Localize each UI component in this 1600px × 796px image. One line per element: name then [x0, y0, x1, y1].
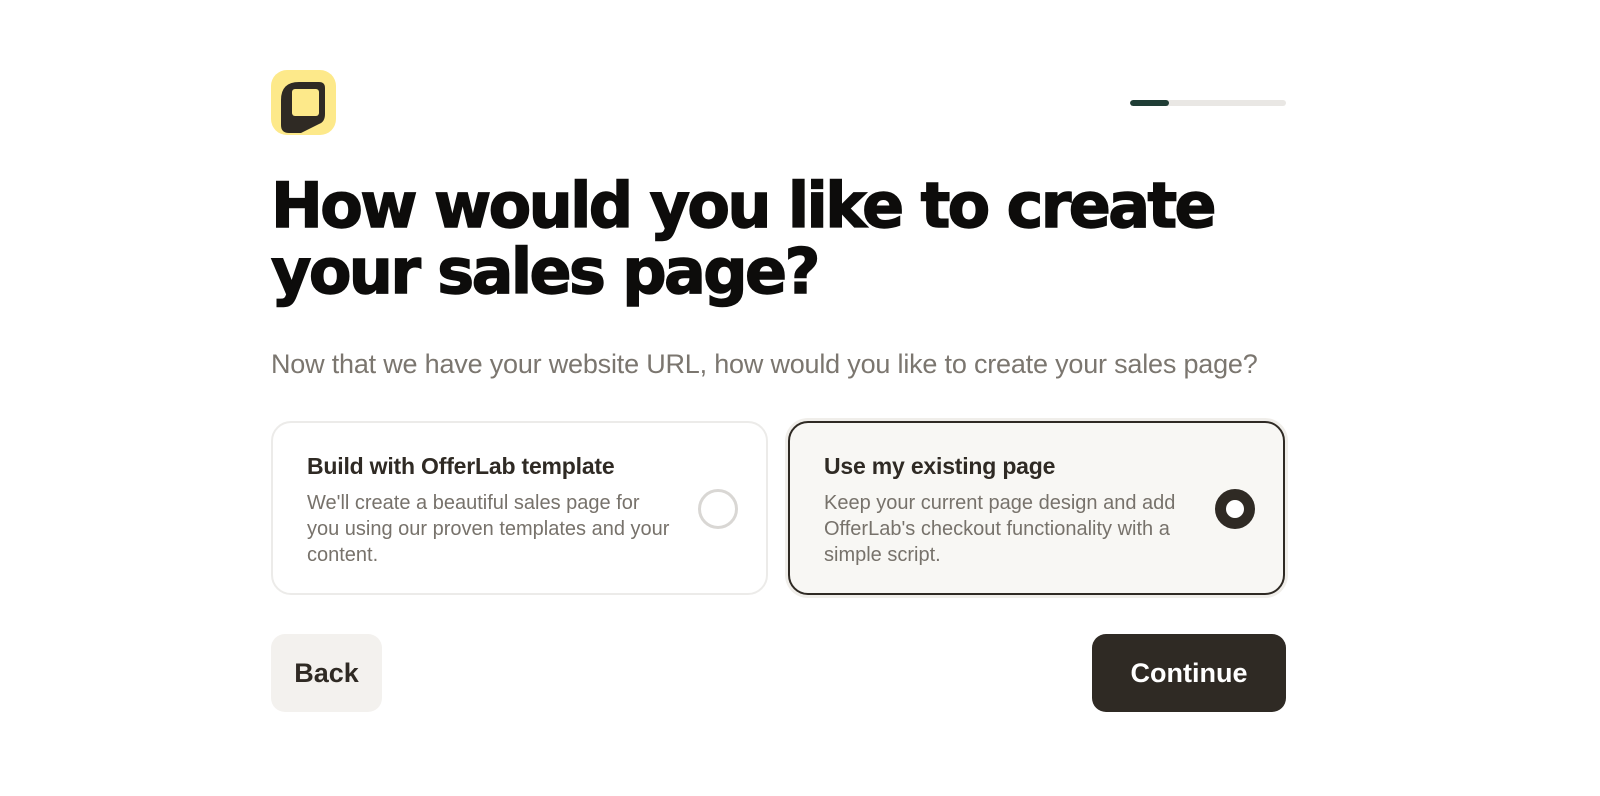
onboarding-step: How would you like to create your sales … [270, 70, 1286, 712]
option-description: Keep your current page design and add Of… [824, 492, 1176, 566]
option-group: Build with OfferLab template We'll creat… [271, 421, 1286, 595]
option-title: Use my existing page [824, 453, 1056, 479]
page-subtitle: Now that we have your website URL, how w… [271, 349, 1258, 379]
option-radio[interactable] [1215, 489, 1255, 529]
option-description: We'll create a beautiful sales page for … [307, 492, 670, 566]
continue-button[interactable]: Continue [1092, 634, 1286, 712]
topbar [271, 70, 1286, 135]
option-title: Build with OfferLab template [307, 453, 615, 479]
option-card-existing-page[interactable]: Use my existing page Keep your current p… [788, 421, 1285, 595]
offerlab-logo-icon [271, 70, 336, 135]
option-card-template[interactable]: Build with OfferLab template We'll creat… [271, 421, 768, 595]
progress-bar [1130, 99, 1286, 106]
progress-bar-fill [1130, 99, 1169, 106]
action-bar: Back Continue [271, 634, 1286, 712]
option-radio[interactable] [698, 489, 738, 529]
back-button[interactable]: Back [271, 634, 382, 712]
page-title: How would you like to create your sales … [270, 169, 1217, 308]
